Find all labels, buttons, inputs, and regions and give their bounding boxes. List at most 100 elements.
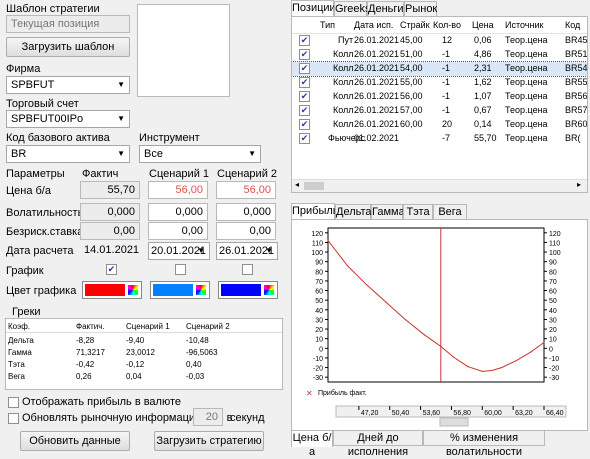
x-axis-scroll-thumb: [439, 417, 469, 427]
rate-fact-field: 0,00: [80, 222, 140, 240]
position-cell: 26.01.2021: [354, 63, 400, 73]
refresh-unit: секунд: [230, 412, 265, 424]
position-row[interactable]: ✔ Колл26.01.202151,00 -1 4,86 Теор.цена BR51B…: [292, 48, 587, 62]
greeks-header: Коэф.: [8, 322, 30, 331]
color-fact-picker[interactable]: [82, 281, 142, 299]
tab-days-to-expiry[interactable]: Дней до исполнения: [333, 430, 423, 458]
load-strategy-button[interactable]: Загрузить стратегию: [154, 431, 264, 451]
tab-price[interactable]: Цена б/а: [291, 430, 333, 458]
position-cell: 26.01.2021: [354, 91, 400, 101]
greeks-header: Сценарий 1: [126, 322, 170, 331]
price-s2-field[interactable]: 56,00: [216, 181, 276, 199]
date-s1-picker[interactable]: 20.01.2021 ▼: [148, 242, 210, 260]
profit-series-point: [543, 341, 545, 344]
tab-theta[interactable]: Тэта: [403, 204, 433, 220]
position-checkbox[interactable]: ✔: [299, 133, 310, 144]
position-cell: Теор.цена: [505, 105, 548, 115]
tab-volatility-change[interactable]: % изменения волатильности: [423, 430, 545, 458]
x-tick-label: 53,60: [423, 410, 441, 417]
position-row[interactable]: ✔ Колл26.01.202160,00 20 0,14 Теор.цена BR60B…: [292, 118, 587, 132]
position-cell: Колл: [333, 91, 354, 101]
position-row[interactable]: ✔ Колл26.01.202154,00 -1 2,31 Теор.цена BR54B…: [292, 61, 588, 77]
scroll-thumb[interactable]: [304, 182, 324, 190]
x-tick-label: 50,40: [392, 410, 410, 417]
template-input[interactable]: Текущая позиция: [6, 15, 130, 33]
y-tick-label: 20: [315, 327, 323, 334]
profit-series-point: [327, 239, 329, 242]
rate-s2-field[interactable]: 0,00: [216, 222, 276, 240]
y-tick-label-right: 120: [549, 231, 561, 238]
scroll-right-icon[interactable]: ▸: [577, 180, 581, 189]
profit-series-point: [346, 264, 348, 267]
graph-s1-checkbox[interactable]: [175, 264, 186, 275]
position-row[interactable]: ✔ Колл26.01.202155,00 -1 1,62 Теор.цена BR55B…: [292, 76, 587, 90]
firm-value: SPBFUT: [11, 79, 55, 91]
scroll-left-icon[interactable]: ◂: [295, 180, 299, 189]
profit-series-point: [385, 301, 387, 303]
greeks-header: Сценарий 2: [186, 322, 230, 331]
graph-s2-checkbox[interactable]: [242, 264, 253, 275]
position-row[interactable]: ✔ Колл26.01.202156,00 -1 1,07 Теор.цена BR56B…: [292, 90, 587, 104]
greeks-cell: -10,48: [186, 336, 209, 345]
vol-s1-field[interactable]: 0,000: [148, 203, 208, 221]
position-row[interactable]: ✔ Пут26.01.202145,00 12 0,06 Теор.цена BR45BN: [292, 34, 587, 48]
position-checkbox[interactable]: ✔: [299, 119, 310, 130]
col-s2-header: Сценарий 2: [217, 168, 278, 180]
vol-s2-field[interactable]: 0,000: [216, 203, 276, 221]
greeks-table: Коэф. Фактич. Сценарий 1 Сценарий 2 Дель…: [5, 318, 283, 390]
price-s1-field[interactable]: 56,00: [148, 181, 208, 199]
template-placeholder: Текущая позиция: [11, 18, 100, 30]
tab-money[interactable]: Деньги: [367, 1, 404, 17]
position-cell: 12: [442, 35, 453, 45]
position-cell: 1,62: [474, 77, 492, 87]
base-asset-select[interactable]: BR ▼: [6, 145, 130, 163]
instrument-label: Инструмент: [139, 132, 200, 144]
show-currency-label: Отображать прибыль в валюте: [22, 396, 182, 408]
position-checkbox[interactable]: ✔: [299, 91, 310, 102]
x-tick-label: 63,20: [515, 410, 533, 417]
position-checkbox[interactable]: ✔: [299, 63, 310, 74]
params-header: Параметры: [6, 168, 65, 180]
instrument-select[interactable]: Все ▼: [139, 145, 261, 163]
position-checkbox[interactable]: ✔: [299, 49, 310, 60]
tab-delta[interactable]: Дельта: [335, 204, 372, 220]
position-row[interactable]: ✔ Колл26.01.202157,00 -1 0,67 Теор.цена BR57B…: [292, 104, 587, 118]
rate-s1-field[interactable]: 0,00: [148, 222, 208, 240]
tab-vega[interactable]: Вега: [433, 204, 467, 220]
positions-scrollbar[interactable]: ◂ ▸: [292, 179, 587, 192]
col-header: Дата исп.: [354, 20, 394, 30]
position-checkbox[interactable]: ✔: [299, 105, 310, 116]
refresh-interval-field[interactable]: 20: [193, 408, 223, 426]
update-data-button[interactable]: Обновить данные: [20, 431, 130, 451]
firm-select[interactable]: SPBFUT ▼: [6, 76, 130, 94]
position-cell: -1: [442, 63, 451, 73]
position-cell: Теор.цена: [505, 119, 548, 129]
tab-greeks[interactable]: Greeks: [334, 1, 370, 17]
refresh-checkbox[interactable]: [8, 413, 19, 424]
position-cell: 55,70: [474, 133, 497, 143]
tab-gamma[interactable]: Гамма: [371, 204, 405, 220]
greeks-cell: Тэта: [8, 360, 25, 369]
position-checkbox[interactable]: ✔: [299, 77, 310, 88]
position-cell: Колл: [333, 49, 354, 59]
account-select[interactable]: SPBFUT00IPo ▼: [6, 110, 130, 128]
date-s2-picker[interactable]: 26.01.2021 ▼: [216, 242, 278, 260]
color-s1-picker[interactable]: [150, 281, 210, 299]
y-tick-label: -20: [313, 366, 323, 373]
tab-profit[interactable]: Прибыль: [291, 203, 339, 220]
position-cell: BR54BA: [565, 63, 588, 73]
tab-positions[interactable]: Позиции: [291, 0, 336, 17]
tab-market[interactable]: Рынок: [404, 1, 437, 17]
position-cell: 0,14: [474, 119, 492, 129]
graph-label: График: [6, 265, 44, 277]
profit-series-point: [467, 366, 469, 368]
position-checkbox[interactable]: ✔: [299, 35, 310, 46]
show-currency-checkbox[interactable]: [8, 397, 19, 408]
graph-fact-checkbox[interactable]: ✔: [106, 264, 117, 275]
positions-table: Тип Дата исп. Страйк Кол-во Цена Источни…: [291, 16, 588, 193]
position-row[interactable]: ✔ Фьючерс 01.02.2021 -7 55,70 Теор.цена BR(: [292, 132, 587, 146]
load-template-button[interactable]: Загрузить шаблон: [6, 37, 130, 57]
position-cell: Колл: [333, 77, 354, 87]
x-tick-label: 56,80: [453, 410, 471, 417]
color-s2-picker[interactable]: [218, 281, 278, 299]
